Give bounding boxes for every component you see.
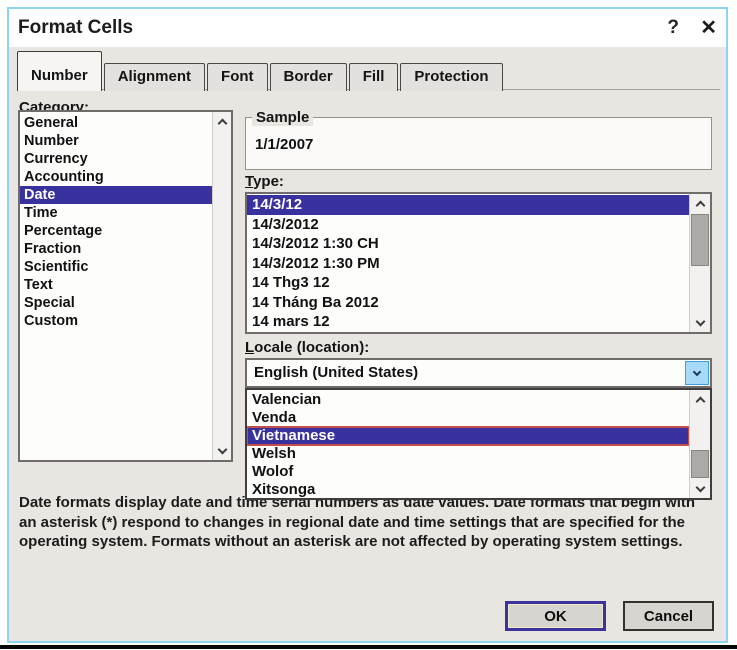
category-item[interactable]: Fraction xyxy=(20,240,212,258)
scrollbar-thumb[interactable] xyxy=(691,214,709,266)
tab-alignment[interactable]: Alignment xyxy=(104,63,205,91)
page-rule xyxy=(0,645,737,649)
cancel-button[interactable]: Cancel xyxy=(623,601,714,631)
locale-option[interactable]: Venda xyxy=(247,409,689,427)
type-item[interactable]: 14 Thg3 12 xyxy=(247,273,689,293)
type-item[interactable]: 14 mars 12 xyxy=(247,312,689,332)
dropdown-button[interactable] xyxy=(685,361,709,385)
description-line: an asterisk (*) respond to changes in re… xyxy=(19,513,695,533)
category-item[interactable]: General xyxy=(20,114,212,132)
description-text: Date formats display date and time seria… xyxy=(19,493,695,552)
category-item[interactable]: Time xyxy=(20,204,212,222)
ok-button[interactable]: OK xyxy=(505,601,606,631)
category-item[interactable]: Percentage xyxy=(20,222,212,240)
tab-strip: Number Alignment Font Border Fill Protec… xyxy=(17,50,720,90)
locale-option[interactable]: Xitsonga xyxy=(247,481,689,498)
locale-option[interactable]: Valencian xyxy=(247,391,689,409)
tab-fill[interactable]: Fill xyxy=(349,63,399,91)
type-item[interactable]: 14/3/2012 1:30 CH xyxy=(247,234,689,254)
dropdown-scrollbar[interactable] xyxy=(689,390,710,498)
page: Format Cells ? ✕ Number Alignment Font B… xyxy=(0,0,737,650)
tab-protection[interactable]: Protection xyxy=(400,63,502,91)
category-item[interactable]: Special xyxy=(20,294,212,312)
locale-options: ValencianVendaVietnameseWelshWolofXitson… xyxy=(247,390,689,498)
sample-value: 1/1/2007 xyxy=(255,136,313,153)
tab-number[interactable]: Number xyxy=(17,51,102,91)
category-item[interactable]: Date xyxy=(20,186,212,204)
scroll-up-icon[interactable] xyxy=(690,390,710,408)
help-icon[interactable]: ? xyxy=(667,9,679,47)
sample-groupbox: Sample 1/1/2007 xyxy=(245,117,712,170)
locale-combobox[interactable]: English (United States) xyxy=(245,358,712,388)
locale-dropdown-list: ValencianVendaVietnameseWelshWolofXitson… xyxy=(245,388,712,500)
locale-option[interactable]: Vietnamese xyxy=(247,427,689,445)
dialog-title: Format Cells xyxy=(18,9,133,47)
category-item[interactable]: Currency xyxy=(20,150,212,168)
sample-label: Sample xyxy=(252,109,313,126)
tab-font[interactable]: Font xyxy=(207,63,267,91)
category-item[interactable]: Number xyxy=(20,132,212,150)
type-rows: 14/3/1214/3/201214/3/2012 1:30 CH14/3/20… xyxy=(247,194,689,332)
locale-value: English (United States) xyxy=(254,360,418,386)
type-scrollbar[interactable] xyxy=(689,194,710,332)
type-item[interactable]: 14/3/2012 xyxy=(247,215,689,235)
type-listbox: 14/3/1214/3/201214/3/2012 1:30 CH14/3/20… xyxy=(245,192,712,334)
scrollbar-thumb[interactable] xyxy=(691,450,709,478)
tab-border[interactable]: Border xyxy=(270,63,347,91)
locale-option[interactable]: Wolof xyxy=(247,463,689,481)
category-rows: GeneralNumberCurrencyAccountingDateTimeP… xyxy=(20,112,212,460)
scroll-down-icon[interactable] xyxy=(690,480,710,498)
titlebar[interactable]: Format Cells ? ✕ xyxy=(9,9,726,47)
type-item[interactable]: 14/3/12 xyxy=(247,195,689,215)
category-item[interactable]: Custom xyxy=(20,312,212,330)
scroll-down-icon[interactable] xyxy=(213,442,231,460)
locale-label: Locale (location): xyxy=(245,339,369,356)
format-cells-dialog: Format Cells ? ✕ Number Alignment Font B… xyxy=(7,7,728,643)
category-item[interactable]: Text xyxy=(20,276,212,294)
scroll-down-icon[interactable] xyxy=(690,314,710,332)
type-item[interactable]: 14 Tháng Ba 2012 xyxy=(247,293,689,313)
description-line: operating system. Formats without an ast… xyxy=(19,532,695,552)
close-icon[interactable]: ✕ xyxy=(700,9,717,47)
type-label: Type: xyxy=(245,173,284,190)
type-item[interactable]: 14/3/2012 1:30 PM xyxy=(247,254,689,274)
scroll-up-icon[interactable] xyxy=(213,112,231,130)
category-item[interactable]: Scientific xyxy=(20,258,212,276)
scroll-up-icon[interactable] xyxy=(690,194,710,212)
category-item[interactable]: Accounting xyxy=(20,168,212,186)
category-scrollbar[interactable] xyxy=(212,112,231,460)
chevron-down-icon xyxy=(693,368,701,376)
locale-option[interactable]: Welsh xyxy=(247,445,689,463)
category-listbox: GeneralNumberCurrencyAccountingDateTimeP… xyxy=(18,110,233,462)
